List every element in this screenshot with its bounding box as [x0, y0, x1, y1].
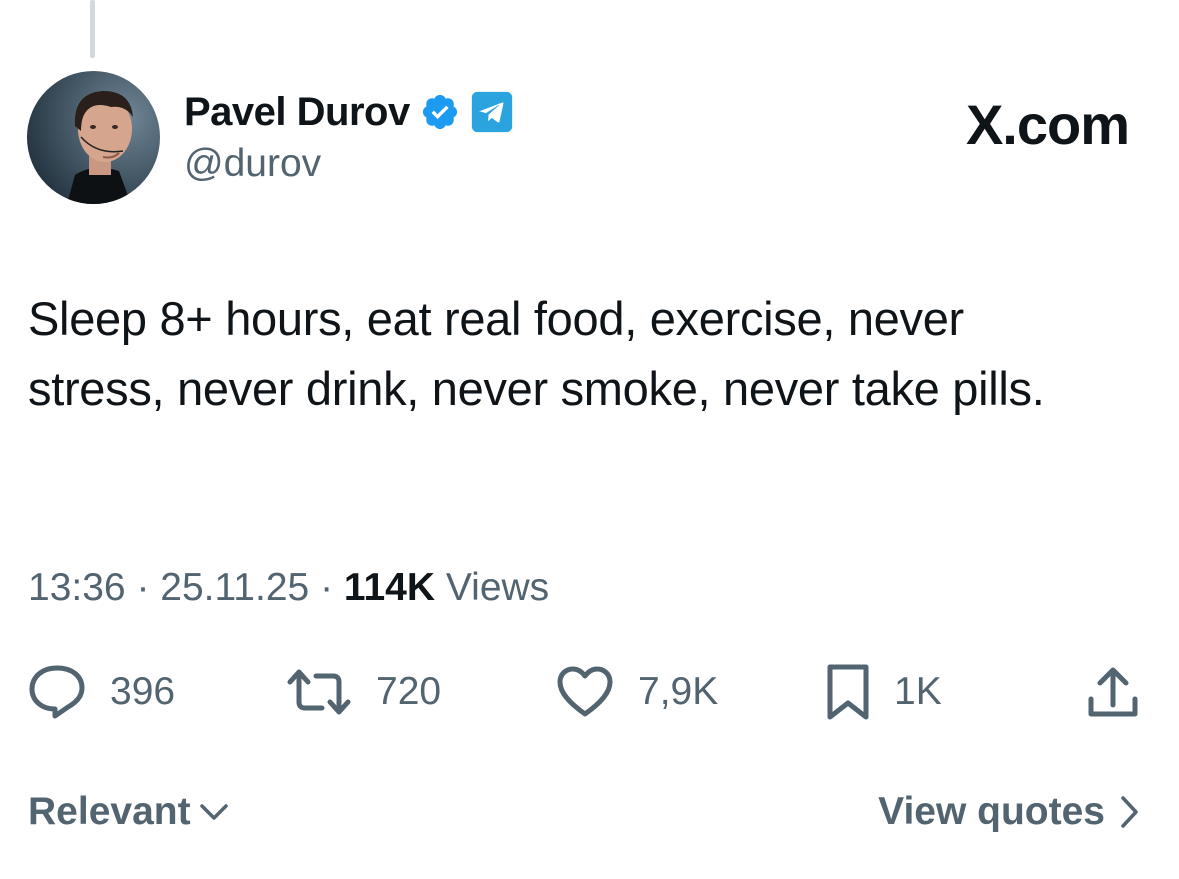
- sort-dropdown[interactable]: Relevant: [28, 790, 229, 834]
- views-label[interactable]: Views: [446, 566, 549, 609]
- avatar[interactable]: [27, 71, 160, 204]
- like-button[interactable]: 7,9K: [556, 662, 718, 722]
- view-quotes-label: View quotes: [878, 790, 1105, 833]
- author-name-row: Pavel Durov: [184, 88, 514, 136]
- verified-badge-icon: [420, 92, 460, 132]
- repost-icon: [287, 669, 351, 715]
- sort-label: Relevant: [28, 790, 191, 833]
- telegram-icon: [470, 90, 514, 134]
- brand-label: X.com: [965, 93, 1130, 156]
- tweet-actions: 396 720 7,9K 1K: [0, 662, 1179, 722]
- share-icon: [1088, 667, 1138, 717]
- avatar-image: [27, 71, 160, 204]
- tweet-text: Sleep 8+ hours, eat real food, exercise,…: [28, 292, 1045, 415]
- bookmark-icon: [827, 664, 869, 720]
- chevron-down-icon: [199, 804, 228, 820]
- reply-count: 396: [110, 670, 176, 713]
- repost-button[interactable]: 720: [286, 662, 441, 722]
- like-count: 7,9K: [638, 670, 719, 713]
- reply-button[interactable]: 396: [28, 662, 175, 722]
- view-quotes-link[interactable]: View quotes: [878, 790, 1139, 834]
- repost-count: 720: [376, 670, 442, 713]
- thread-connector-line: [90, 0, 95, 58]
- meta-separator: ·: [136, 566, 150, 609]
- author-name[interactable]: Pavel Durov: [184, 90, 410, 135]
- heart-icon: [557, 666, 613, 717]
- tweet-time[interactable]: 13:36: [28, 566, 126, 609]
- tweet-meta: 13:36 · 25.11.25 · 114K Views: [28, 566, 549, 610]
- author-handle[interactable]: @durov: [184, 142, 321, 186]
- reply-icon: [29, 665, 85, 719]
- bookmark-button[interactable]: 1K: [826, 662, 942, 722]
- share-button[interactable]: [1086, 662, 1140, 722]
- chevron-right-icon: [1121, 796, 1138, 828]
- meta-separator: ·: [320, 566, 334, 609]
- bookmark-count: 1K: [894, 670, 942, 713]
- views-count[interactable]: 114K: [344, 566, 435, 609]
- tweet-date[interactable]: 25.11.25: [160, 566, 309, 609]
